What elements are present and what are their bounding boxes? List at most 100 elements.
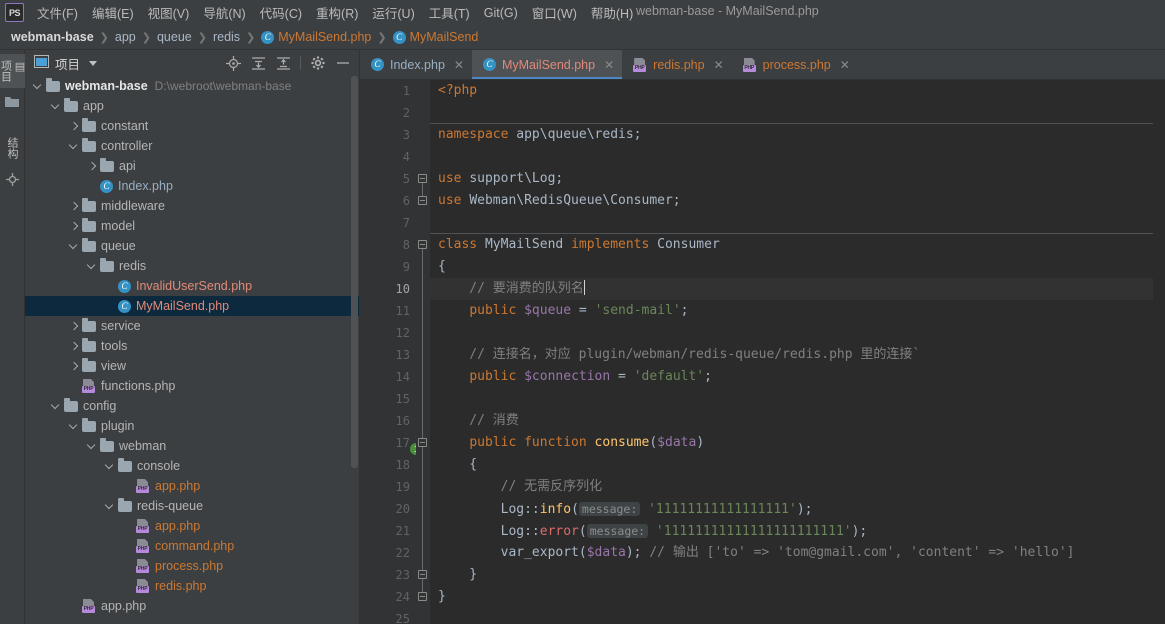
tree-item-plugin[interactable]: plugin (25, 416, 359, 436)
code-line-19[interactable]: // 无需反序列化 (430, 476, 1153, 498)
hide-panel-icon[interactable] (335, 55, 351, 71)
menu-view[interactable]: 视图(V) (141, 0, 197, 25)
tree-item-tools[interactable]: tools (25, 336, 359, 356)
toolwindow-button-structure[interactable]: 结构 (1, 131, 23, 165)
close-icon[interactable]: ✕ (604, 58, 614, 72)
code-folding-column[interactable] (416, 80, 430, 624)
chevron-right-icon[interactable] (69, 341, 79, 351)
code-line-7[interactable] (430, 212, 1153, 234)
code-line-2[interactable] (430, 102, 1153, 124)
chevron-down-icon[interactable] (89, 60, 98, 66)
chevron-down-icon[interactable] (87, 441, 97, 451)
chevron-down-icon[interactable] (87, 261, 97, 271)
close-icon[interactable]: ✕ (454, 58, 464, 72)
code-line-1[interactable]: <?php (430, 80, 1153, 102)
collapse-all-icon[interactable] (275, 55, 291, 71)
chevron-down-icon[interactable] (33, 81, 43, 91)
editor-tab-redis-php[interactable]: PHP redis.php ✕ (622, 50, 732, 79)
tree-item-webman-base[interactable]: webman-base D:\webroot\webman-base (25, 76, 359, 96)
close-icon[interactable]: ✕ (840, 58, 850, 72)
tree-item-middleware[interactable]: middleware (25, 196, 359, 216)
breadcrumb-item-app[interactable]: app (115, 30, 136, 44)
bookmark-stripe-icon[interactable] (5, 173, 19, 189)
tree-item-mymailsend-php[interactable]: C MyMailSend.php (25, 296, 359, 316)
code-line-5[interactable]: use support\Log; (430, 168, 1153, 190)
code-line-12[interactable] (430, 322, 1153, 344)
editor-tab-index-php[interactable]: C Index.php ✕ (360, 50, 472, 79)
chevron-down-icon[interactable] (51, 101, 61, 111)
code-line-22[interactable]: var_export($data); // 输出 ['to' => 'tom@g… (430, 542, 1153, 564)
breadcrumb-item-file[interactable]: MyMailSend.php (278, 30, 371, 44)
tree-item-app-php[interactable]: PHP app.php (25, 476, 359, 496)
menu-refactor[interactable]: 重构(R) (309, 0, 365, 25)
code-editor[interactable]: <?php namespace app\queue\redis; use sup… (430, 80, 1153, 624)
fold-toggle-icon[interactable] (418, 168, 428, 190)
tree-item-process-php[interactable]: PHP process.php (25, 556, 359, 576)
menu-code[interactable]: 代码(C) (253, 0, 309, 25)
menu-run[interactable]: 运行(U) (365, 0, 421, 25)
menu-file[interactable]: 文件(F) (30, 0, 85, 25)
chevron-down-icon[interactable] (105, 461, 115, 471)
tree-item-redis-php[interactable]: PHP redis.php (25, 576, 359, 596)
code-line-14[interactable]: public $connection = 'default'; (430, 366, 1153, 388)
tree-item-api[interactable]: api (25, 156, 359, 176)
chevron-right-icon[interactable] (87, 161, 97, 171)
folder-stripe-icon[interactable] (5, 96, 19, 111)
code-line-11[interactable]: public $queue = 'send-mail'; (430, 300, 1153, 322)
code-line-24[interactable]: } (430, 586, 1153, 608)
editor-tab-mymailsend-php[interactable]: C MyMailSend.php ✕ (471, 50, 623, 79)
tree-item-command-php[interactable]: PHP command.php (25, 536, 359, 556)
tree-item-service[interactable]: service (25, 316, 359, 336)
menu-git[interactable]: Git(G) (477, 3, 525, 23)
tree-item-queue[interactable]: queue (25, 236, 359, 256)
chevron-right-icon[interactable] (69, 201, 79, 211)
menu-help[interactable]: 帮助(H) (584, 0, 640, 25)
tree-item-invalidusersend-php[interactable]: C InvalidUserSend.php (25, 276, 359, 296)
tree-item-model[interactable]: model (25, 216, 359, 236)
tree-item-controller[interactable]: controller (25, 136, 359, 156)
chevron-down-icon[interactable] (105, 501, 115, 511)
project-file-tree[interactable]: webman-base D:\webroot\webman-base app cons… (25, 76, 359, 624)
tree-item-config[interactable]: config (25, 396, 359, 416)
chevron-down-icon[interactable] (51, 401, 61, 411)
code-line-16[interactable]: // 消费 (430, 410, 1153, 432)
fold-toggle-icon[interactable] (418, 234, 428, 256)
close-icon[interactable]: ✕ (714, 58, 724, 72)
tree-item-view[interactable]: view (25, 356, 359, 376)
chevron-right-icon[interactable] (69, 221, 79, 231)
tree-item-redis-queue[interactable]: redis-queue (25, 496, 359, 516)
code-line-15[interactable] (430, 388, 1153, 410)
code-line-21[interactable]: Log::error(message: '1111111111111111111… (430, 520, 1153, 542)
tree-item-redis[interactable]: redis (25, 256, 359, 276)
code-line-9[interactable]: { (430, 256, 1153, 278)
chevron-down-icon[interactable] (69, 241, 79, 251)
menu-window[interactable]: 窗口(W) (525, 0, 584, 25)
code-line-20[interactable]: Log::info(message: '11111111111111111'); (430, 498, 1153, 520)
tree-item-index-php[interactable]: C Index.php (25, 176, 359, 196)
code-line-3[interactable]: namespace app\queue\redis; (430, 124, 1153, 146)
code-line-18[interactable]: { (430, 454, 1153, 476)
chevron-right-icon[interactable] (69, 361, 79, 371)
code-line-6[interactable]: use Webman\RedisQueue\Consumer; (430, 190, 1153, 212)
menu-navigate[interactable]: 导航(N) (196, 0, 252, 25)
tree-item-webman[interactable]: webman (25, 436, 359, 456)
tree-item-constant[interactable]: constant (25, 116, 359, 136)
tree-item-console[interactable]: console (25, 456, 359, 476)
code-line-8[interactable]: class MyMailSend implements Consumer (430, 234, 1153, 256)
breadcrumb-item-project[interactable]: webman-base (11, 30, 94, 44)
gear-icon[interactable] (310, 55, 326, 71)
chevron-right-icon[interactable] (69, 121, 79, 131)
code-line-23[interactable]: } (430, 564, 1153, 586)
chevron-down-icon[interactable] (69, 141, 79, 151)
menu-tools[interactable]: 工具(T) (422, 0, 477, 25)
menu-edit[interactable]: 编辑(E) (85, 0, 141, 25)
fold-toggle-icon[interactable] (418, 432, 428, 454)
code-line-25[interactable] (430, 608, 1153, 624)
fold-toggle-icon[interactable] (418, 564, 428, 586)
code-line-10[interactable]: // 要消费的队列名 (430, 278, 1153, 300)
chevron-down-icon[interactable] (69, 421, 79, 431)
fold-toggle-icon[interactable] (418, 190, 428, 212)
tree-item-app-php[interactable]: PHP app.php (25, 516, 359, 536)
breadcrumb-item-redis[interactable]: redis (213, 30, 240, 44)
editor-tab-process-php[interactable]: PHP process.php ✕ (732, 50, 858, 79)
